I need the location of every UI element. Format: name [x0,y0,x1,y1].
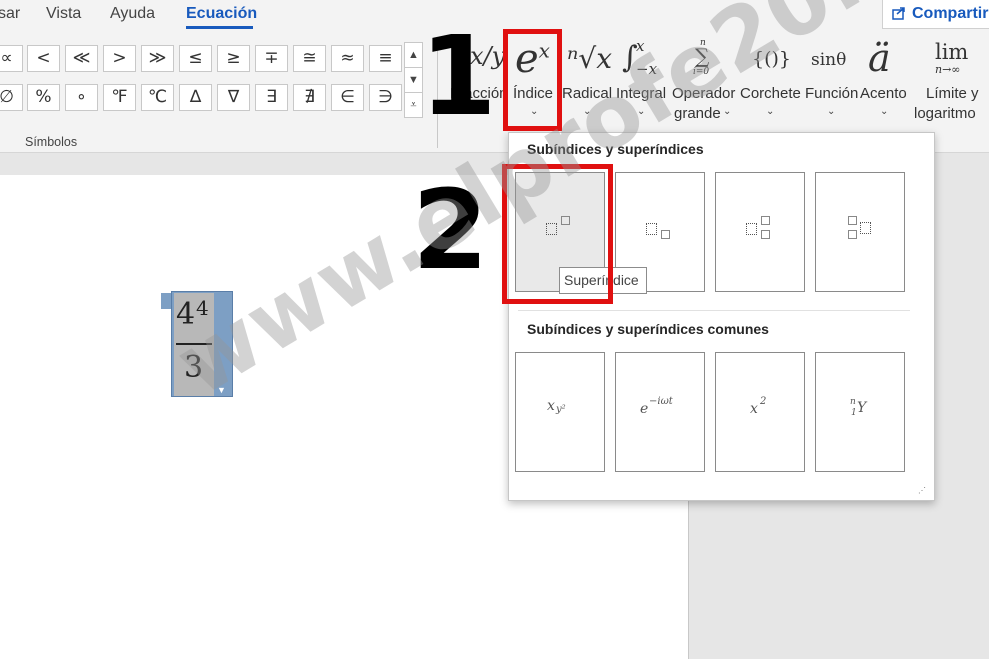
placeholder-base [746,223,757,235]
symbol-button[interactable]: ≫ [141,45,174,72]
symbol-button[interactable]: ∃ [255,84,288,111]
equation-handle[interactable] [161,293,171,309]
accent-icon: ä [868,36,891,80]
placeholder-presup [848,216,857,225]
common-sub: y² [556,404,566,415]
common-sup: 2 [760,396,767,407]
symbol-button[interactable]: ℃ [141,84,174,111]
resize-grip-icon[interactable]: ⋰ [918,486,926,495]
accent-label: Acento [860,85,907,102]
tab-ecuacion[interactable]: Ecuación [186,5,257,23]
gallery-divider [518,310,910,311]
limit-subscript: n→∞ [935,63,961,76]
function-icon: sinθ [811,50,847,70]
sub-superscript-option[interactable] [715,172,805,292]
share-label: Compartir [912,5,989,22]
placeholder-presub [848,230,857,239]
common-sup: −iωt [649,396,673,407]
chevron-down-icon: ⌄ [827,106,836,117]
symbol-button[interactable]: ∓ [255,45,288,72]
placeholder-base [860,222,871,234]
active-tab-indicator [186,26,253,29]
symbol-button[interactable]: ∋ [369,84,402,111]
symbol-button[interactable]: > [103,45,136,72]
common-square-option[interactable]: x 2 [715,352,805,472]
common-base: x [547,398,555,414]
symbols-group-label: Símbolos [25,135,78,149]
symbol-button[interactable]: ∆ [179,84,212,111]
left-sub-superscript-option[interactable] [815,172,905,292]
tab-vista[interactable]: Vista [46,5,81,23]
symbol-button[interactable]: ∈ [331,84,364,111]
function-label: Función [805,85,859,102]
symbol-button[interactable]: ≪ [65,45,98,72]
common-base: Y [857,400,867,416]
symbol-button[interactable]: ∅ [0,84,23,111]
limit-icon: lim [935,40,969,64]
symbol-button[interactable]: ≅ [293,45,326,72]
chevron-down-icon: ⌄ [766,106,775,117]
symbol-button[interactable]: < [27,45,60,72]
symbol-button[interactable]: ∄ [293,84,326,111]
symbol-button[interactable]: ℉ [103,84,136,111]
symbol-button[interactable]: ≤ [179,45,212,72]
common-base: e [640,401,649,417]
common-subscript-option[interactable]: x y² [515,352,605,472]
symbol-button[interactable]: ∝ [0,45,23,72]
common-exp-option[interactable]: e −iωt [615,352,705,472]
tab-ayuda[interactable]: Ayuda [110,5,155,23]
placeholder-sub [761,230,770,239]
chevron-down-icon: ⌄ [723,106,732,117]
share-button[interactable]: Compartir [882,0,989,29]
symbol-button[interactable]: ∘ [65,84,98,111]
share-icon [892,7,905,20]
chevron-down-icon: ⌄ [880,106,889,117]
section-title-common: Subíndices y superíndices comunes [527,321,769,337]
limit-log-label: Límite y [926,85,979,102]
common-presup: n [850,397,856,407]
symbol-button[interactable]: ≥ [217,45,250,72]
limit-log-label-2: logaritmo [914,105,976,122]
symbol-button[interactable]: ∇ [217,84,250,111]
common-prescript-option[interactable]: n 1 Y [815,352,905,472]
common-base: x [750,401,758,417]
placeholder-base [646,223,657,235]
placeholder-sup [761,216,770,225]
tab-revisar[interactable]: sar [0,5,20,23]
step-number-one: 1 [420,12,497,140]
symbol-button[interactable]: ≈ [331,45,364,72]
common-presub: 1 [851,408,857,418]
placeholder-sub [661,230,670,239]
symbol-button[interactable]: % [27,84,60,111]
symbol-button[interactable]: ≡ [369,45,402,72]
